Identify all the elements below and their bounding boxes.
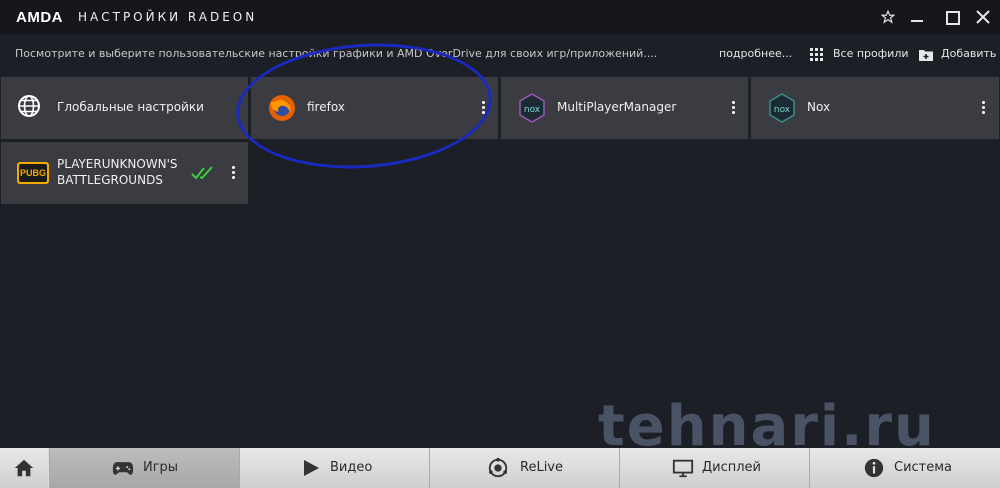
tile-label-line1: PLAYERUNKNOWN'S — [57, 157, 178, 171]
pubg-tile[interactable]: PUBG PLAYERUNKNOWN'S BATTLEGROUNDS — [1, 142, 248, 204]
sub-header: Посмотрите и выберите пользовательские н… — [0, 34, 1000, 74]
svg-text:nox: nox — [524, 105, 541, 115]
globe-icon — [17, 94, 45, 122]
amd-logo: AMDA — [16, 9, 63, 26]
tab-system[interactable]: Система — [809, 448, 1000, 488]
home-icon — [14, 459, 34, 477]
global-settings-tile[interactable]: Глобальные настройки — [1, 77, 248, 139]
tab-video-label: Видео — [330, 460, 373, 475]
all-profiles-button[interactable]: Все профили — [833, 47, 909, 60]
tab-display-label: Дисплей — [702, 460, 762, 475]
maximize-icon — [946, 11, 960, 25]
more-options-icon[interactable] — [732, 101, 736, 116]
tile-label: MultiPlayerManager — [557, 100, 677, 114]
close-icon — [976, 10, 990, 24]
double-check-icon — [191, 165, 215, 180]
tab-system-label: Система — [894, 460, 953, 475]
maximize-button[interactable] — [941, 6, 963, 28]
minimize-button[interactable] — [906, 6, 928, 28]
multiplayermanager-tile[interactable]: nox MultiPlayerManager — [501, 77, 748, 139]
tile-label-line2: BATTLEGROUNDS — [57, 173, 163, 187]
pubg-badge: PUBG — [19, 164, 47, 182]
tile-label: Nox — [807, 100, 831, 114]
minimize-icon — [911, 20, 923, 22]
info-icon — [864, 458, 884, 478]
title-bar: AMDA НАСТРОЙКИ RADEON — [0, 0, 1000, 34]
svg-text:nox: nox — [774, 105, 791, 115]
play-icon — [304, 460, 319, 476]
tab-games-label: Игры — [143, 460, 179, 475]
pubg-icon: PUBG — [17, 162, 49, 184]
nox-icon: nox — [767, 93, 795, 123]
gamepad-icon — [112, 462, 134, 475]
tab-relive-label: ReLive — [520, 460, 563, 475]
add-folder-icon — [919, 46, 933, 61]
tab-relive[interactable]: ReLive — [429, 448, 619, 488]
tile-label: Глобальные настройки — [57, 100, 204, 114]
relive-icon — [488, 457, 508, 478]
monitor-icon — [672, 459, 694, 478]
more-options-icon[interactable] — [982, 101, 986, 116]
star-icon[interactable] — [877, 6, 899, 28]
nox-tile[interactable]: nox Nox — [751, 77, 999, 139]
nox-app-icon: nox — [517, 93, 545, 123]
home-button[interactable] — [0, 448, 48, 488]
bottom-nav: Игры Видео ReLive Дисплей Система — [0, 448, 1000, 488]
tab-games[interactable]: Игры — [49, 448, 239, 488]
app-title: НАСТРОЙКИ RADEON — [78, 10, 258, 24]
more-link[interactable]: подробнее... — [719, 47, 792, 60]
grid-icon — [810, 46, 824, 61]
tab-video[interactable]: Видео — [239, 448, 429, 488]
tab-display[interactable]: Дисплей — [619, 448, 809, 488]
close-button[interactable] — [972, 6, 994, 28]
more-options-icon[interactable] — [232, 166, 236, 181]
add-button[interactable]: Добавить — [941, 47, 996, 60]
